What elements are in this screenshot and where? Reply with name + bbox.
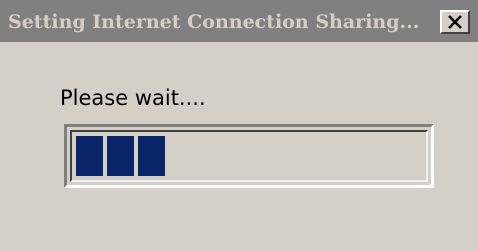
close-icon bbox=[448, 15, 462, 29]
progress-bar bbox=[64, 124, 434, 188]
progress-block bbox=[138, 136, 165, 176]
window-title: Setting Internet Connection Sharing... bbox=[8, 11, 420, 33]
progress-block bbox=[107, 136, 134, 176]
dialog-window: Setting Internet Connection Sharing... P… bbox=[0, 0, 478, 251]
close-button[interactable] bbox=[440, 10, 470, 34]
progress-track bbox=[76, 136, 422, 176]
status-message: Please wait.... bbox=[60, 86, 206, 110]
progress-well bbox=[70, 130, 428, 182]
title-bar[interactable]: Setting Internet Connection Sharing... bbox=[0, 0, 478, 42]
progress-block bbox=[76, 136, 103, 176]
progress-fill bbox=[76, 136, 169, 176]
